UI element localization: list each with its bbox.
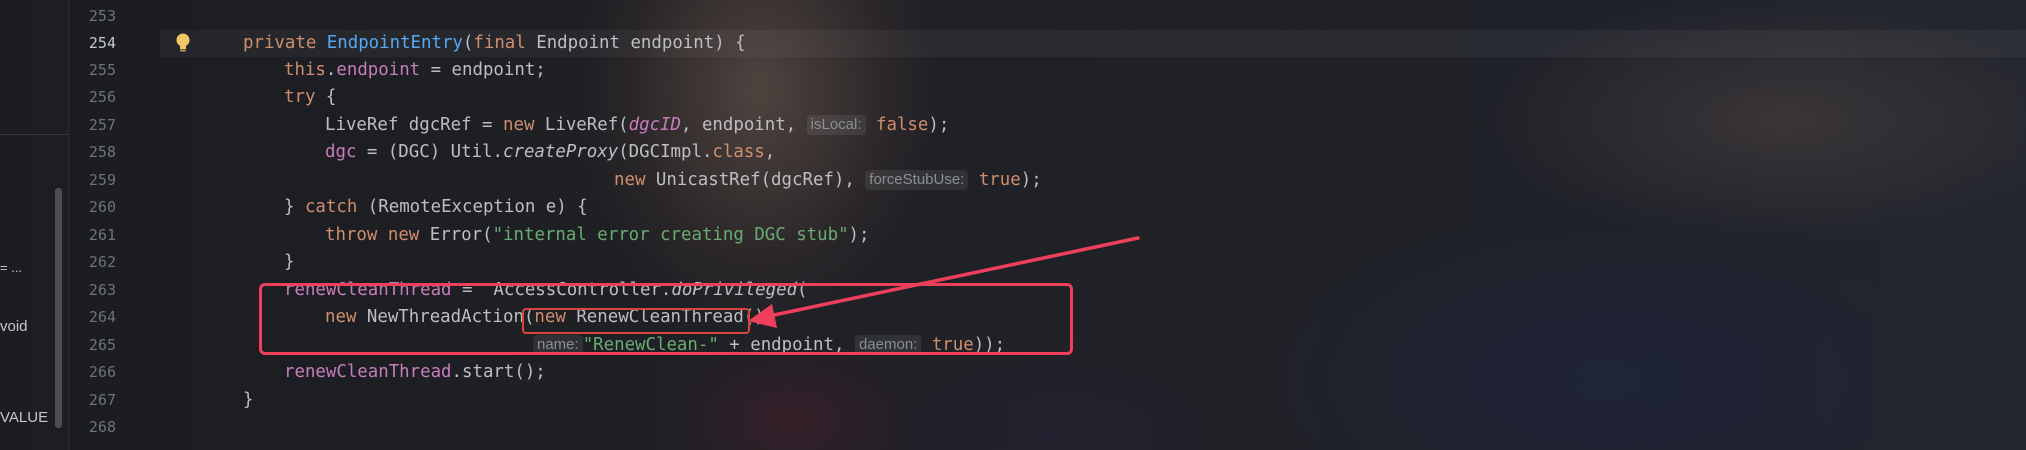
annotation-arrow-icon — [748, 236, 1140, 328]
